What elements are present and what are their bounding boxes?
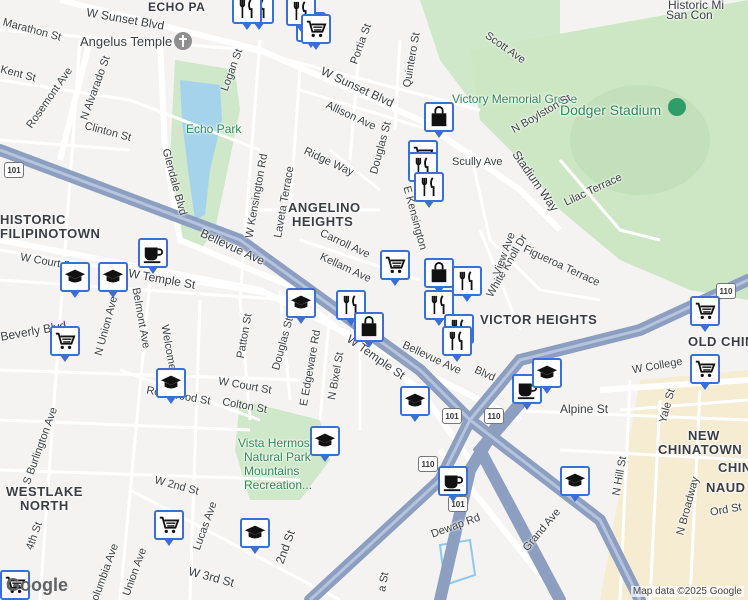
shopping-cart-icon (695, 302, 716, 320)
shopping-cart-marker[interactable] (154, 510, 184, 546)
vista-hermosa-label-3: Mountains (244, 464, 300, 478)
cafe-marker[interactable] (138, 238, 168, 274)
shopping-cart-icon (55, 332, 76, 350)
shopping-cart-icon (159, 516, 180, 534)
restaurant-marker[interactable] (442, 326, 472, 362)
historic-filipinotown-label-2: FILIPINOTOWN (0, 226, 101, 241)
echo-park-label: Echo Park (186, 122, 242, 136)
school-marker[interactable] (286, 288, 316, 324)
shopping-bag-icon (431, 106, 447, 127)
shopping-bag-icon (431, 262, 447, 283)
shopping-cart-icon (695, 360, 716, 378)
victor-heights-label: VICTOR HEIGHTS (480, 312, 598, 327)
school-marker[interactable] (60, 262, 90, 298)
cafe-icon (143, 247, 164, 264)
school-icon (290, 295, 312, 309)
restaurant-icon (239, 0, 253, 19)
school-icon (244, 525, 266, 539)
westlake-label-2: NORTH (20, 498, 69, 513)
school-marker[interactable] (240, 518, 270, 554)
school-marker[interactable] (156, 368, 186, 404)
shopping-bag-marker[interactable] (354, 312, 384, 348)
shopping-cart-icon (306, 20, 327, 38)
historic-filipinotown-label-1: HISTORIC (0, 212, 66, 227)
highway-101-shield: 101 (442, 408, 462, 424)
vista-hermosa-label-1: Vista Hermosa (238, 436, 317, 450)
school-icon (536, 365, 558, 379)
school-icon (102, 269, 124, 283)
westlake-label-1: WESTLAKE (6, 484, 83, 499)
shopping-cart-marker[interactable] (690, 296, 720, 332)
dodger-stadium-marker (668, 98, 686, 116)
cafe-marker[interactable] (438, 466, 468, 502)
restaurant-marker[interactable] (452, 266, 482, 302)
shopping-cart-icon (385, 256, 406, 274)
naud-label: NAUD (706, 480, 746, 495)
new-chinatown-label-1: NEW (688, 428, 720, 443)
restaurant-icon (459, 271, 473, 291)
school-icon (564, 473, 586, 487)
shopping-bag-marker[interactable] (424, 102, 454, 138)
school-icon (404, 393, 426, 407)
highway-110-shield: 110 (484, 408, 504, 424)
school-icon (64, 269, 86, 283)
alpine-label: Alpine St (560, 402, 609, 416)
school-icon (314, 433, 336, 447)
school-marker[interactable] (310, 426, 340, 462)
map-canvas[interactable]: ECHO PA Historic Mi San Con W Sunset Blv… (0, 0, 748, 600)
vista-hermosa-label-4: Recreation... (244, 478, 313, 492)
angelus-temple-label: Angelus Temple (80, 34, 173, 49)
old-chinatown-label: OLD CHIN (688, 334, 748, 349)
school-marker[interactable] (532, 358, 562, 394)
cafe-icon (443, 475, 464, 492)
shopping-cart-marker[interactable] (380, 250, 410, 286)
san-top-label: San Con (666, 8, 713, 22)
restaurant-marker[interactable] (232, 0, 262, 30)
new-chinatown-label-2: CHINATOWN (658, 442, 743, 457)
restaurant-marker[interactable] (414, 172, 444, 208)
highway-110-shield: 110 (418, 456, 438, 472)
restaurant-icon (449, 331, 463, 351)
shopping-cart-marker[interactable] (690, 354, 720, 390)
shopping-bag-marker[interactable] (424, 258, 454, 294)
school-marker[interactable] (560, 466, 590, 502)
google-logo: Google (6, 575, 68, 595)
restaurant-icon (431, 295, 445, 315)
dodger-stadium-label: Dodger Stadium (560, 102, 662, 118)
shopping-bag-icon (361, 316, 377, 337)
vista-hermosa-label-2: Natural Park (244, 450, 311, 464)
restaurant-icon (421, 177, 435, 197)
angelino-heights-label-1: ANGELINO (288, 200, 361, 215)
highway-101-shield: 101 (4, 162, 24, 178)
map-credit[interactable]: Map data ©2025 Google (630, 586, 744, 597)
school-marker[interactable] (400, 386, 430, 422)
scully-label: Scully Ave (452, 156, 503, 168)
echo-park-top-label: ECHO PA (148, 0, 206, 14)
chin-right-label: CHIN (718, 460, 748, 475)
shopping-cart-marker[interactable] (50, 326, 80, 362)
shopping-cart-marker[interactable] (301, 14, 331, 50)
school-icon (160, 375, 182, 389)
school-marker[interactable] (98, 262, 128, 298)
